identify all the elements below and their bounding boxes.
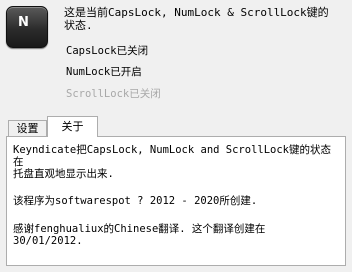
- scrolllock-status: ScrollLock已关闭: [66, 88, 161, 100]
- about-translation: 感谢fenghualiux的Chinese翻译. 这个翻译创建在 30/01/2…: [13, 223, 266, 247]
- key-letter: N: [18, 15, 29, 30]
- tab-settings[interactable]: 设置: [8, 120, 47, 136]
- keyboard-key-icon: N: [6, 6, 48, 48]
- tab-strip: 设置 关于: [6, 116, 346, 137]
- about-created-by: 该程序为softwarespot ? 2012 - 2020所创建.: [13, 195, 258, 207]
- header-description: 这是当前CapsLock, NumLock & ScrollLock键的 状态.: [64, 6, 329, 32]
- numlock-status: NumLock已开启: [66, 66, 142, 78]
- tab-about[interactable]: 关于: [47, 116, 98, 137]
- about-panel: Keyndicate把CapsLock, NumLock and ScrollL…: [6, 136, 346, 266]
- capslock-status: CapsLock已关闭: [66, 45, 149, 57]
- about-description: Keyndicate把CapsLock, NumLock and ScrollL…: [13, 144, 332, 180]
